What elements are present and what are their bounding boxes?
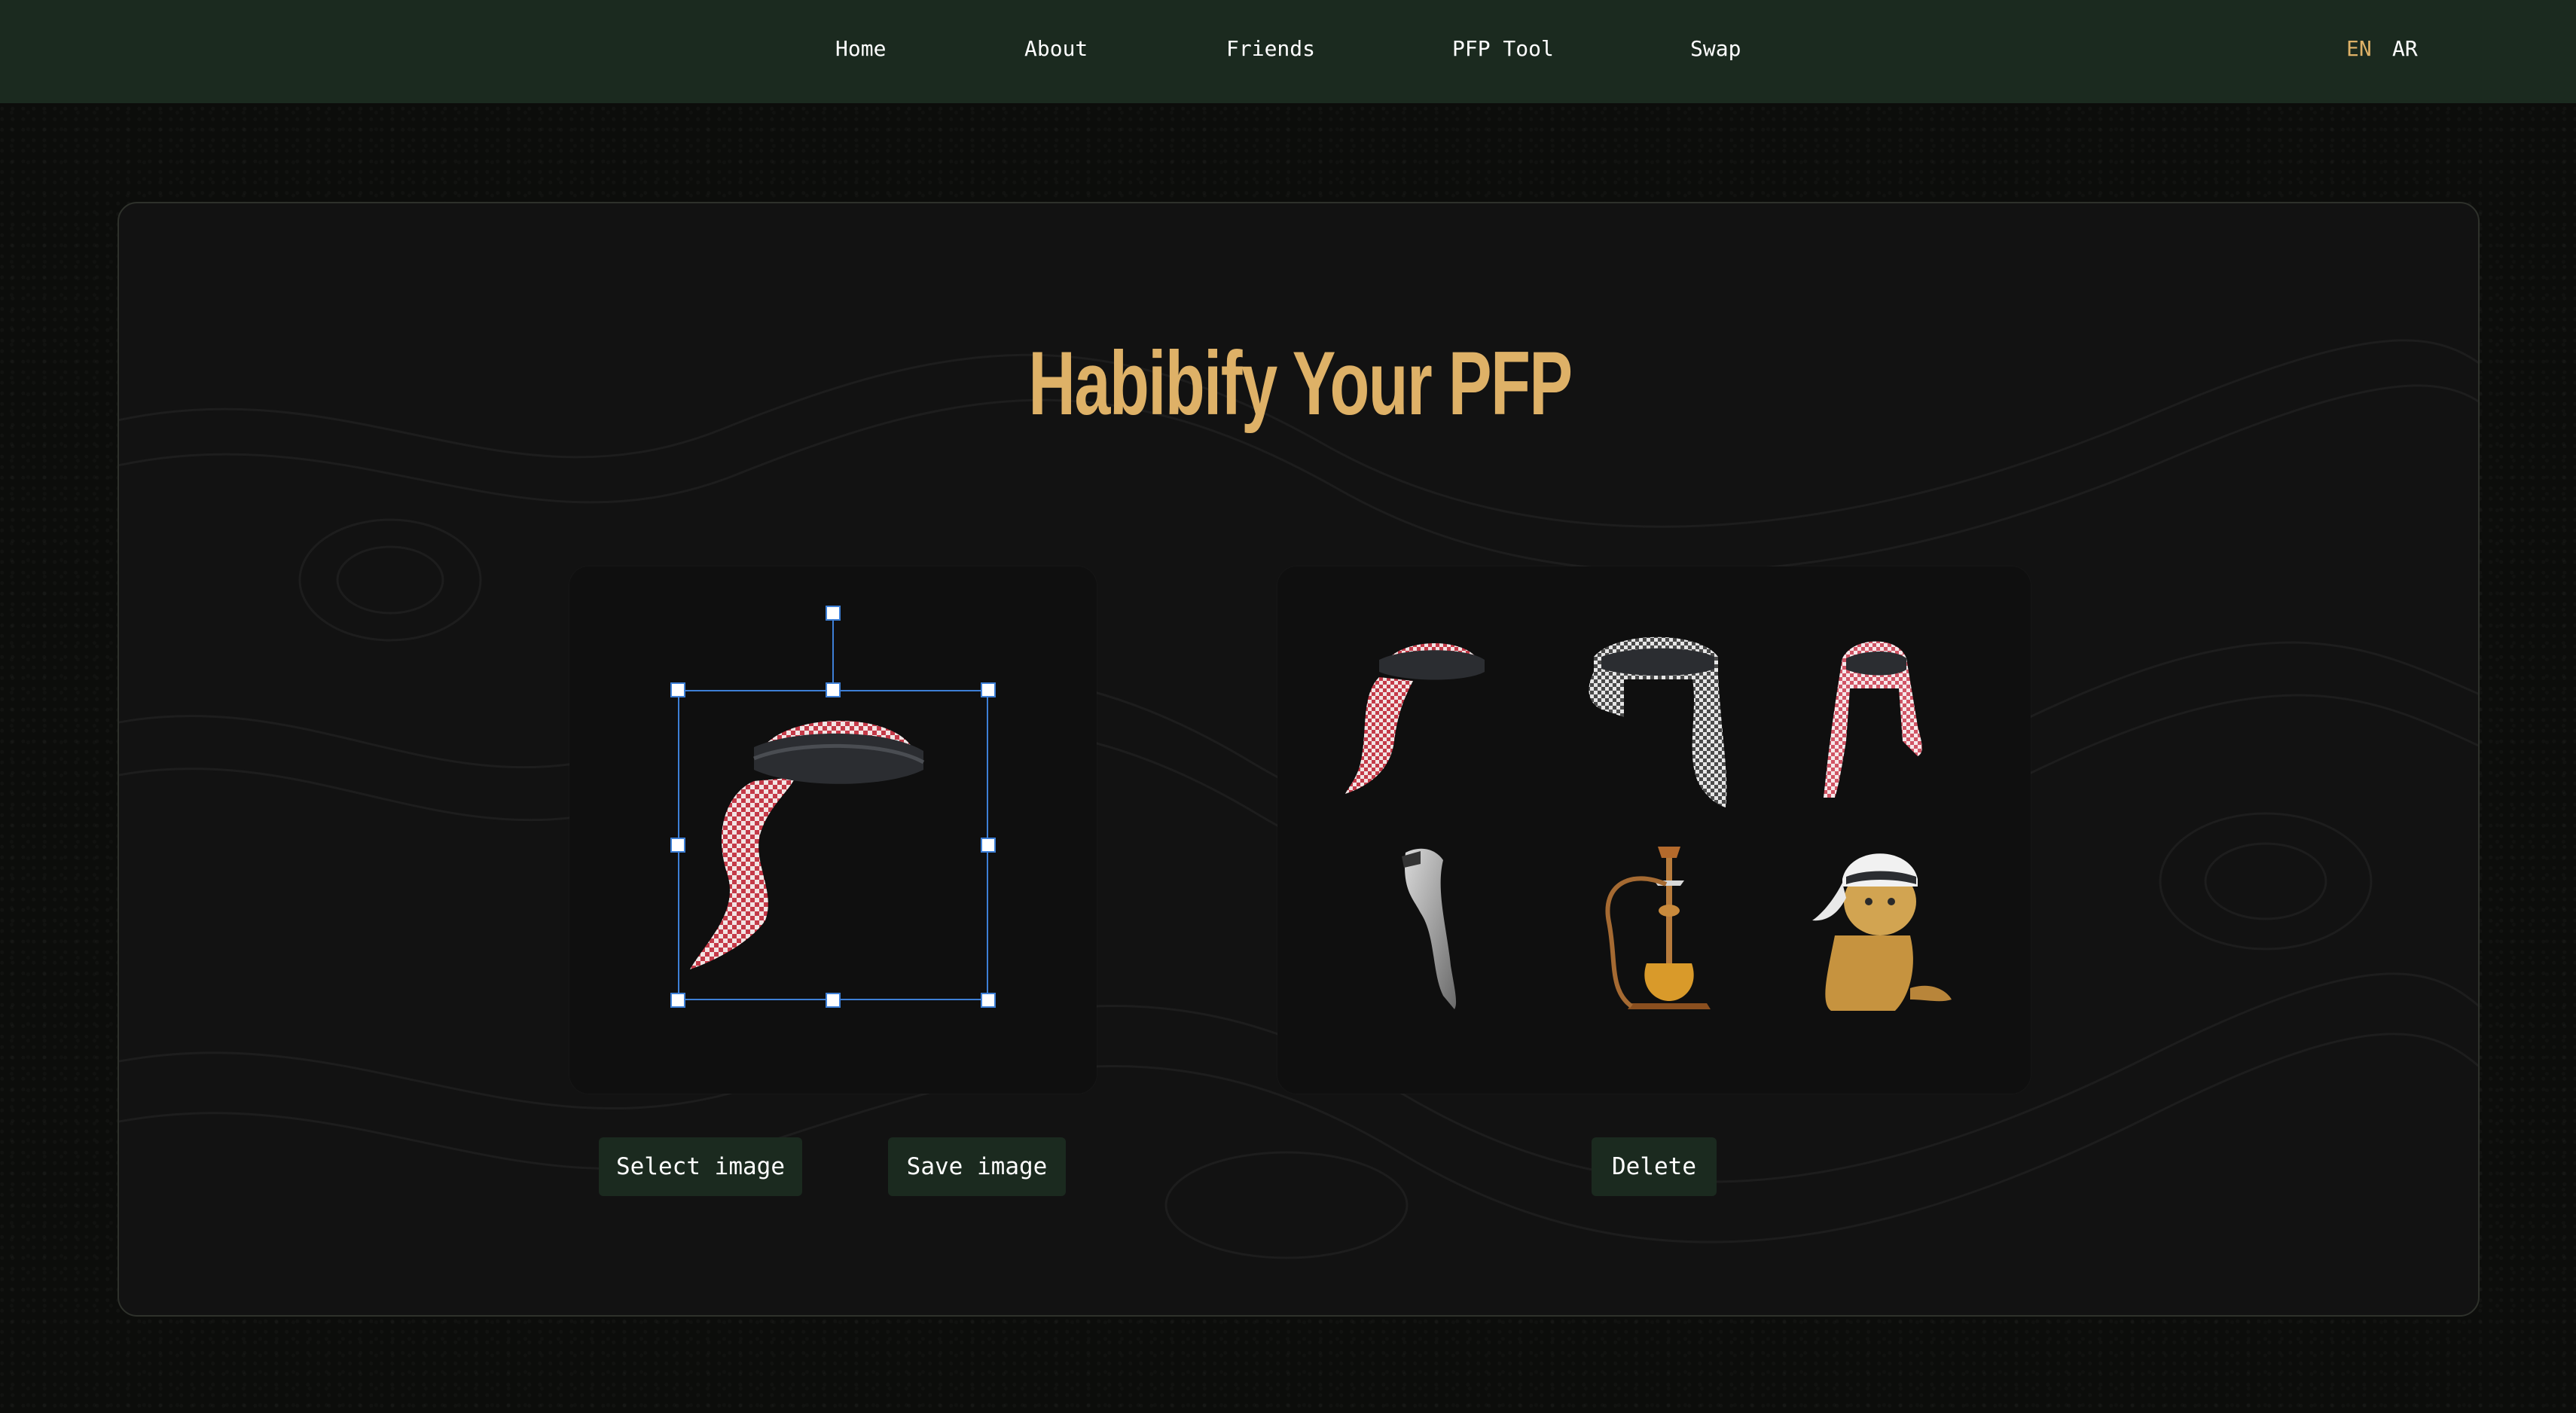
select-image-button[interactable]: Select image bbox=[599, 1137, 802, 1196]
rotate-line bbox=[832, 613, 834, 690]
nav-link-pfp-tool[interactable]: PFP Tool bbox=[1452, 36, 1554, 61]
gallery-item-grey-scarf[interactable] bbox=[1390, 845, 1466, 1011]
gallery-item-hookah[interactable] bbox=[1586, 839, 1722, 1014]
top-navbar: Home About Friends PFP Tool Swap EN AR bbox=[0, 0, 2576, 103]
pfp-tool-panel: Habibify Your PFP Select image Save imag… bbox=[118, 202, 2480, 1317]
gallery-item-red-keffiyeh[interactable] bbox=[1345, 636, 1496, 801]
page-title: Habibify Your PFP bbox=[1028, 333, 1573, 434]
lang-en-toggle[interactable]: EN bbox=[2346, 36, 2372, 61]
save-image-button[interactable]: Save image bbox=[888, 1137, 1066, 1196]
gallery-item-cat[interactable] bbox=[1805, 838, 1955, 1018]
rotate-handle[interactable] bbox=[826, 606, 841, 621]
lang-ar-toggle[interactable]: AR bbox=[2392, 36, 2418, 61]
keffiyeh-sticker[interactable] bbox=[682, 694, 984, 996]
delete-button[interactable]: Delete bbox=[1592, 1137, 1717, 1196]
nav-link-home[interactable]: Home bbox=[835, 36, 886, 61]
nav-link-about[interactable]: About bbox=[1024, 36, 1088, 61]
gallery-item-pink-keffiyeh[interactable] bbox=[1812, 636, 1933, 801]
pfp-canvas[interactable] bbox=[569, 566, 1097, 1094]
nav-link-friends[interactable]: Friends bbox=[1226, 36, 1315, 61]
sticker-gallery bbox=[1277, 566, 2031, 1094]
gallery-item-grey-keffiyeh[interactable] bbox=[1579, 634, 1737, 807]
nav-link-swap[interactable]: Swap bbox=[1690, 36, 1741, 61]
